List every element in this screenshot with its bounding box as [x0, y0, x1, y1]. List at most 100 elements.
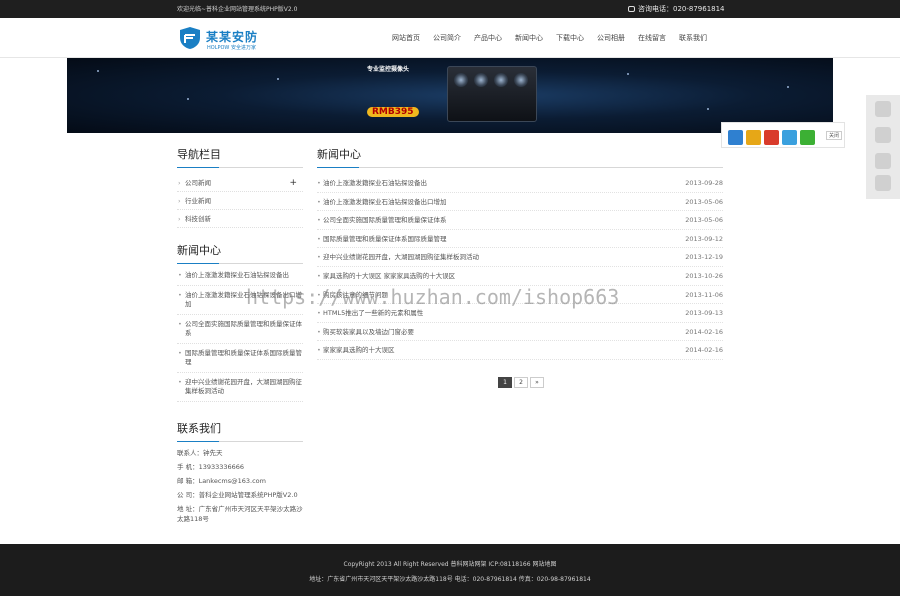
- site-footer: CopyRight 2013 All Right Reserved 普科网站网架…: [0, 544, 900, 596]
- sidebar: 导航栏目 公司新闻 + 行业新闻 科技创新 新闻中心 油价上涨激发籍探业石油钻探设…: [177, 146, 303, 524]
- news-title[interactable]: 油价上涨激发籍探业石油钻探设备出口增加: [323, 193, 447, 212]
- camera-lens-icon: [514, 73, 528, 87]
- banner-star: [97, 70, 99, 72]
- sidebar-news-item[interactable]: 公司全面实施国际质量管理和质量保证体系: [177, 315, 303, 344]
- news-title[interactable]: 家具选购的十大误区 家家家具选购的十大误区: [323, 267, 455, 286]
- wechat-icon[interactable]: [800, 130, 815, 145]
- share-icon[interactable]: [875, 127, 891, 143]
- sidebar-news-title: 新闻中心: [177, 242, 303, 264]
- bullet: •: [317, 271, 321, 280]
- site-header: 某某安防 HOLPOW 安全进万家 网站首页 公司简介 产品中心 新闻中心 下载…: [0, 18, 900, 58]
- news-date: 2013-05-06: [685, 197, 723, 206]
- hero-banner[interactable]: 专业监控摄像头 RMB395: [67, 58, 833, 133]
- news-title[interactable]: 国际质量管理和质量保证体系国际质量管理: [323, 230, 447, 249]
- site-logo[interactable]: 某某安防 HOLPOW 安全进万家: [178, 26, 268, 52]
- page-2-button[interactable]: 2: [514, 377, 528, 388]
- camera-lens-icon: [474, 73, 488, 87]
- news-date: 2013-12-19: [685, 253, 723, 262]
- news-title[interactable]: 油价上涨激发籍探业石油钻探设备出: [323, 174, 427, 193]
- camera-lens-icon: [494, 73, 508, 87]
- news-date: 2013-05-06: [685, 216, 723, 225]
- bullet: •: [317, 234, 321, 243]
- news-row[interactable]: • 购买软装家具以及墙边门窗必要 2014-02-16: [317, 323, 723, 342]
- news-date: 2014-02-16: [685, 346, 723, 355]
- phone-icon: [628, 6, 635, 12]
- brand-slogan: HOLPOW 安全进万家: [207, 45, 256, 51]
- nav-guestbook[interactable]: 在线留言: [638, 31, 666, 45]
- brand-name: 某某安防: [206, 30, 259, 44]
- hotline-label: 咨询电话：: [638, 5, 673, 13]
- page-1-button[interactable]: 1: [498, 377, 512, 388]
- nav-news[interactable]: 新闻中心: [515, 31, 543, 45]
- expand-icon[interactable]: +: [289, 174, 297, 192]
- sidebar-news-item[interactable]: 国际质量管理和质量保证体系国际质量管理: [177, 344, 303, 373]
- news-date: 2013-11-06: [685, 290, 723, 299]
- news-title[interactable]: 家家家具选购的十大误区: [323, 341, 395, 360]
- nav-downloads[interactable]: 下载中心: [556, 31, 584, 45]
- news-row[interactable]: • 迎中兴业绩谢花园开盘，大湖园湖园购征集样板洞活动 2013-12-19: [317, 248, 723, 267]
- category-label: 科技创新: [185, 215, 211, 223]
- news-date: 2013-09-13: [685, 309, 723, 318]
- floating-side-tools: [866, 95, 900, 199]
- sidebar-news-item[interactable]: 迎中兴业绩谢花园开盘，大湖园湖园购征集样板洞活动: [177, 373, 303, 402]
- news-row[interactable]: • 公司全面实施国际质量管理和质量保证体系 2013-05-06: [317, 211, 723, 230]
- category-tech-innovation[interactable]: 科技创新: [177, 210, 303, 228]
- news-title[interactable]: 公司全面实施国际质量管理和质量保证体系: [323, 211, 447, 230]
- news-row[interactable]: • 家具选购的十大误区 家家家具选购的十大误区 2013-10-26: [317, 267, 723, 286]
- next-page-button[interactable]: »: [530, 377, 544, 388]
- nav-home[interactable]: 网站首页: [392, 31, 420, 45]
- category-industry-news[interactable]: 行业新闻: [177, 192, 303, 210]
- banner-star: [277, 78, 279, 80]
- banner-promo: 专业监控摄像头 RMB395: [367, 64, 437, 117]
- category-label: 公司新闻: [185, 179, 211, 187]
- bullet: •: [317, 216, 321, 225]
- nav-products[interactable]: 产品中心: [474, 31, 502, 45]
- banner-price-badge: RMB395: [367, 107, 419, 117]
- bullet: •: [317, 197, 321, 206]
- news-date: 2013-09-12: [685, 234, 723, 243]
- back-to-top-icon[interactable]: [875, 175, 891, 191]
- news-date: 2013-10-26: [685, 271, 723, 280]
- news-row[interactable]: • 国际质量管理和质量保证体系国际质量管理 2013-09-12: [317, 230, 723, 249]
- sidebar-news-item[interactable]: 油价上涨激发籍探业石油钻探设备出: [177, 266, 303, 286]
- share-more-icon[interactable]: [728, 130, 743, 145]
- sidebar-nav-title: 导航栏目: [177, 146, 303, 168]
- watermark-text: https://www.huzhan.com/ishop663: [246, 285, 620, 309]
- share-bar: 关闭: [721, 122, 845, 148]
- news-row[interactable]: • 油价上涨激发籍探业石油钻探设备出口增加 2013-05-06: [317, 193, 723, 212]
- camera-product-image: [447, 66, 537, 122]
- customer-service-icon[interactable]: [875, 101, 891, 117]
- footer-copyright: CopyRight 2013 All Right Reserved 普科网站网架…: [343, 561, 557, 568]
- contact-info: 联系人：钟先天 手 机：13933336666 邮 箱：Lankecms@163…: [177, 448, 303, 524]
- sidebar-contact-title: 联系我们: [177, 420, 303, 442]
- banner-promo-title: 专业监控摄像头: [367, 66, 410, 73]
- main-news-title: 新闻中心: [317, 146, 723, 168]
- nav-album[interactable]: 公司相册: [597, 31, 625, 45]
- pagination: 1 2 »: [498, 377, 546, 388]
- main-content: 新闻中心 • 油价上涨激发籍探业石油钻探设备出 2013-09-28 • 油价上涨激发…: [317, 146, 723, 360]
- contact-mobile: 手 机：13933336666: [177, 463, 245, 471]
- tencent-weibo-icon[interactable]: [782, 130, 797, 145]
- news-row[interactable]: • 油价上涨激发籍探业石油钻探设备出 2013-09-28: [317, 174, 723, 193]
- banner-star: [787, 86, 789, 88]
- news-title[interactable]: 迎中兴业绩谢花园开盘，大湖园湖园购征集样板洞活动: [323, 248, 479, 267]
- qrcode-icon[interactable]: [875, 153, 891, 169]
- share-close-button[interactable]: 关闭: [826, 131, 843, 140]
- category-company-news[interactable]: 公司新闻 +: [177, 174, 303, 192]
- bullet: •: [317, 327, 321, 336]
- news-row[interactable]: • 家家家具选购的十大误区 2014-02-16: [317, 341, 723, 360]
- footer-address: 地址：广东省广州市天河区天平架沙太路沙太路118号 电话：020-8796181…: [309, 576, 591, 583]
- category-label: 行业新闻: [185, 197, 211, 205]
- top-bar: 欢迎光临~普科企业网站管理系统PHP版V2.0 咨询电话：020-8796181…: [0, 0, 900, 18]
- news-title[interactable]: 购买软装家具以及墙边门窗必要: [323, 323, 414, 342]
- qzone-icon[interactable]: [746, 130, 761, 145]
- nav-about[interactable]: 公司简介: [433, 31, 461, 45]
- contact-person: 联系人：钟先天: [177, 449, 223, 457]
- nav-contact[interactable]: 联系我们: [679, 31, 707, 45]
- weibo-icon[interactable]: [764, 130, 779, 145]
- bullet: •: [317, 253, 321, 262]
- hotline: 咨询电话：020-87961814: [628, 4, 725, 14]
- banner-star: [707, 108, 709, 110]
- welcome-text: 欢迎光临~普科企业网站管理系统PHP版V2.0: [177, 6, 298, 13]
- bullet: •: [317, 179, 321, 187]
